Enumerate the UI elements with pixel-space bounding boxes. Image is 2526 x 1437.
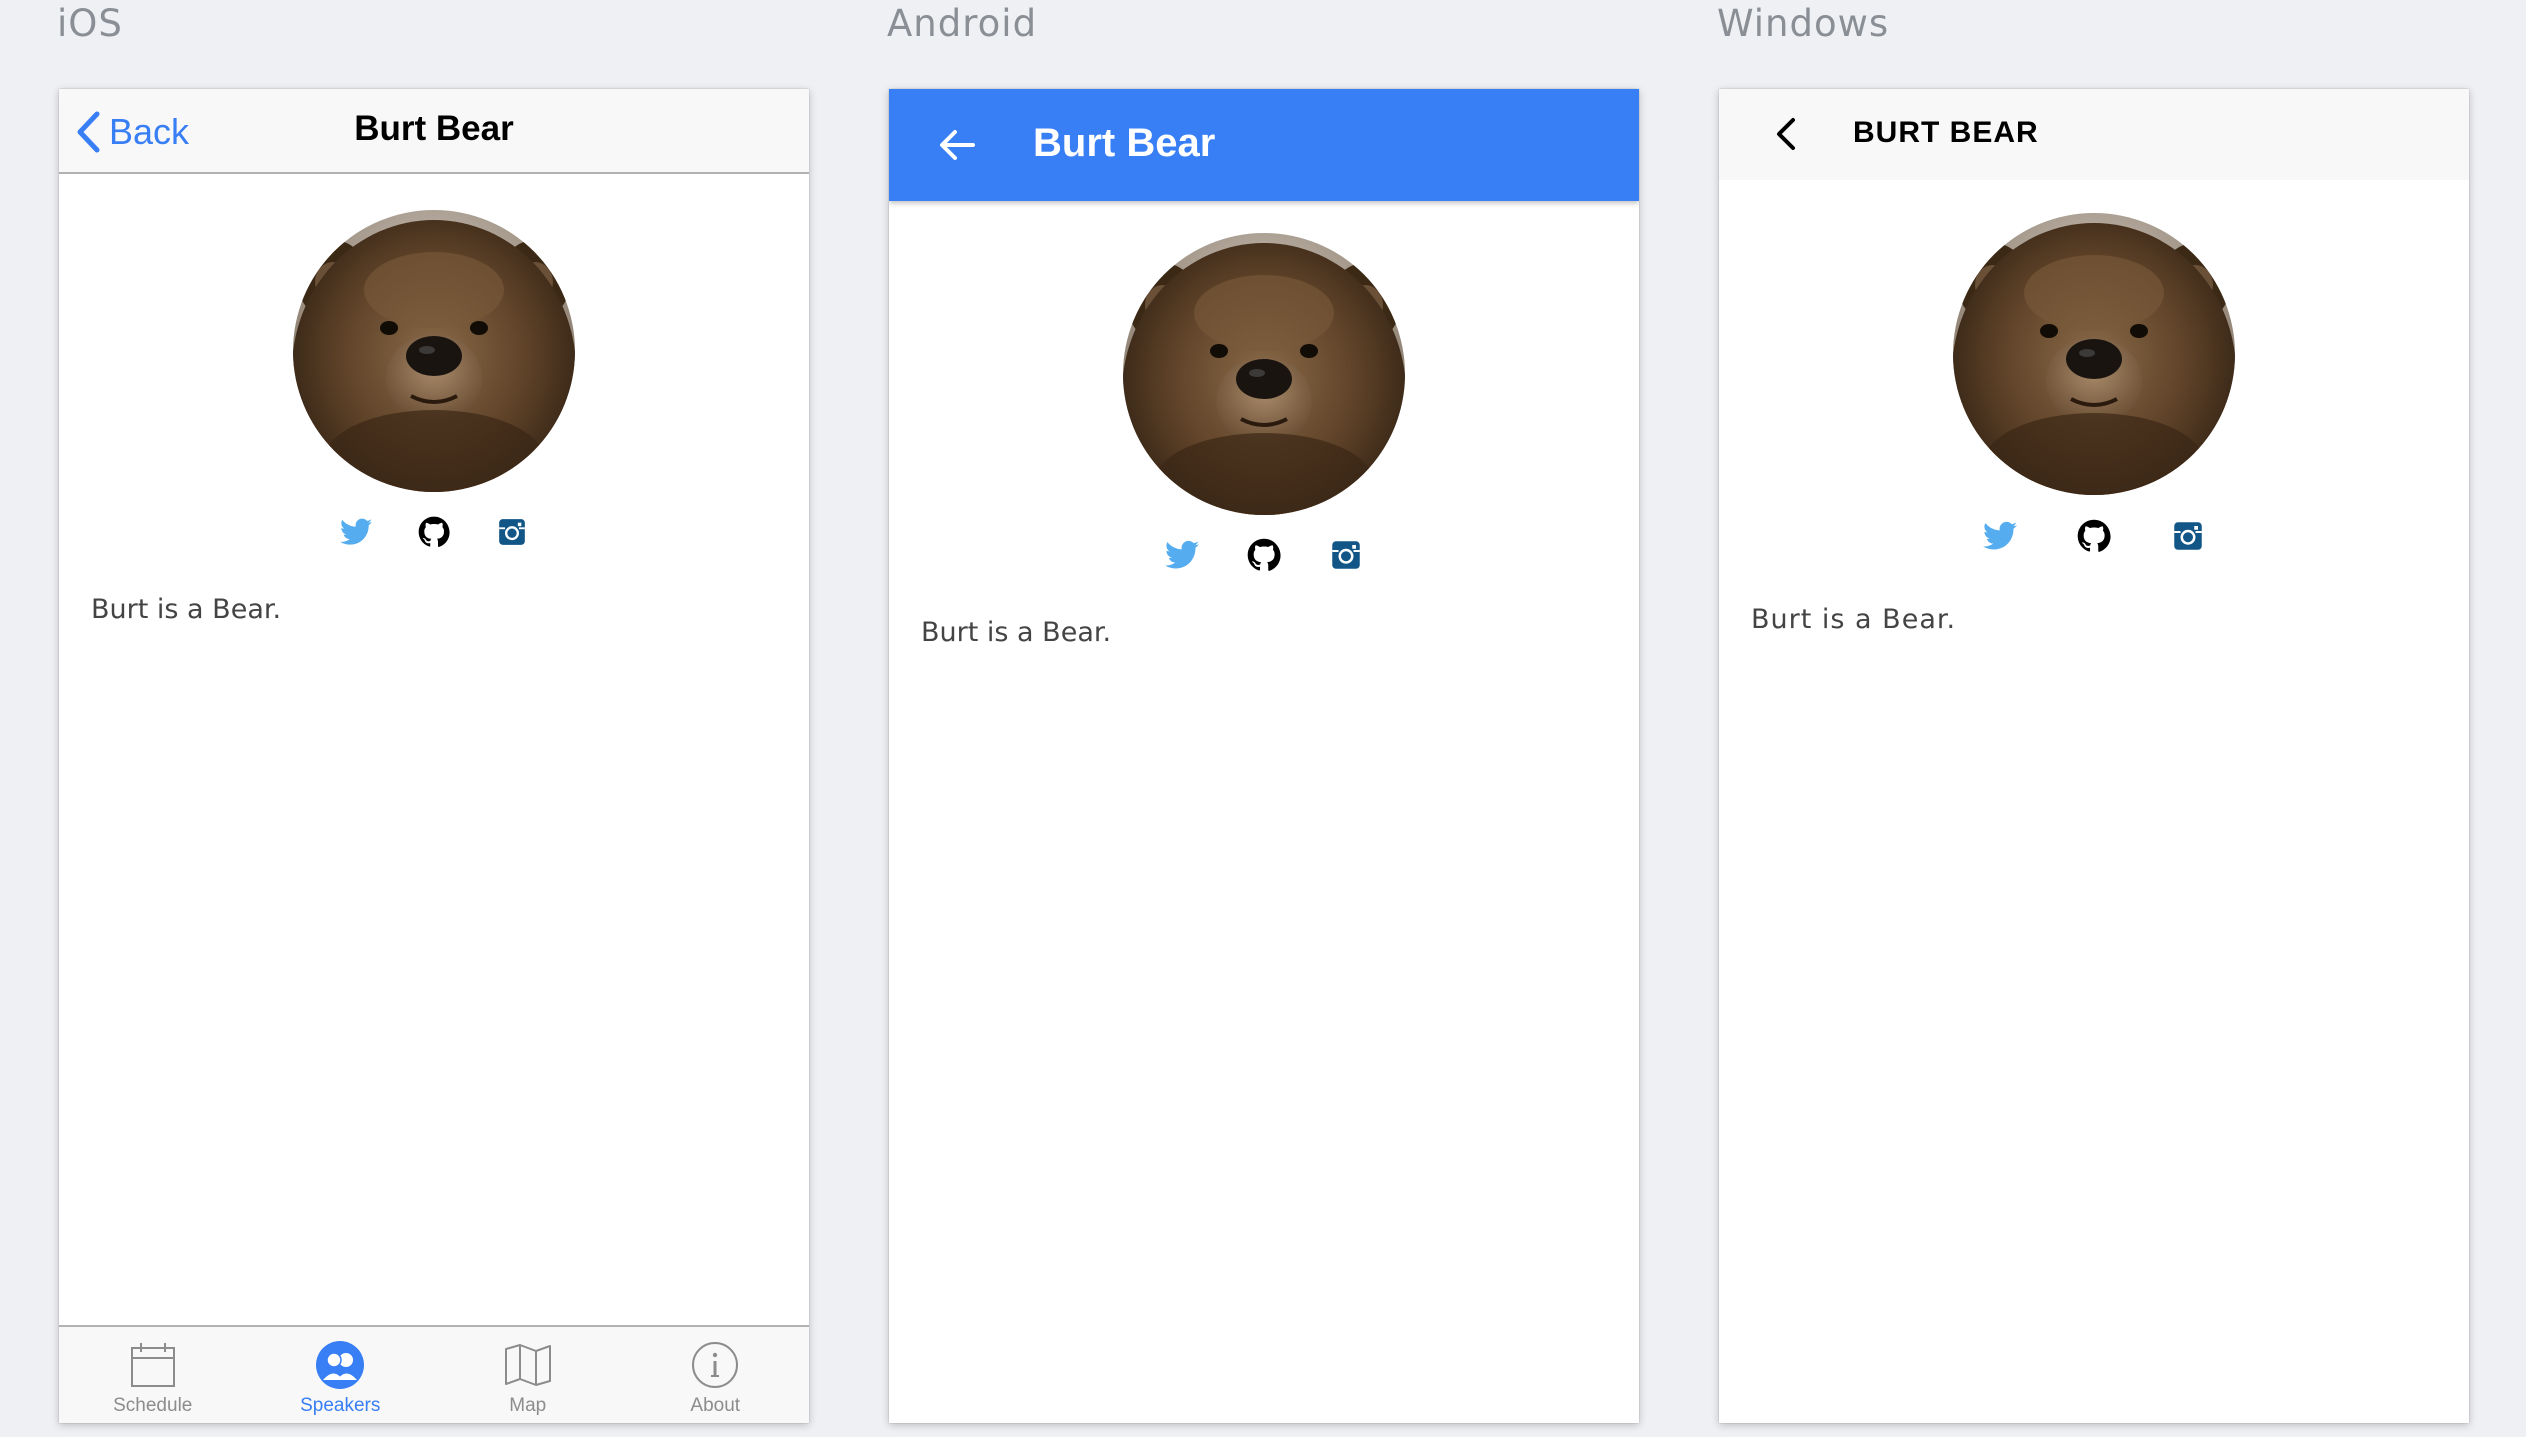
github-button[interactable] xyxy=(2074,516,2114,556)
instagram-icon xyxy=(1332,541,1360,569)
map-icon xyxy=(504,1344,551,1386)
social-links xyxy=(889,535,1639,575)
page-title: Burt Bear xyxy=(354,109,514,148)
twitter-icon xyxy=(1165,540,1199,569)
info-icon xyxy=(692,1342,739,1388)
github-icon xyxy=(2077,519,2111,552)
tab-about[interactable]: About xyxy=(622,1327,810,1423)
ios-phone-frame: Back Burt Bear Burt is a Bear. Schedule … xyxy=(59,89,809,1423)
social-links xyxy=(59,512,809,552)
speaker-avatar xyxy=(293,210,575,492)
github-icon xyxy=(418,516,450,547)
speaker-bio: Burt is a Bear. xyxy=(91,594,282,625)
twitter-icon xyxy=(340,518,372,545)
github-button[interactable] xyxy=(1244,535,1284,575)
platform-label-windows: Windows xyxy=(1717,2,1890,45)
people-icon xyxy=(316,1341,365,1389)
windows-phone-frame: BURT BEAR Burt is a Bear. xyxy=(1719,89,2469,1423)
twitter-button[interactable] xyxy=(336,512,376,552)
twitter-button[interactable] xyxy=(1162,535,1202,575)
tab-map[interactable]: Map xyxy=(434,1327,622,1423)
platform-label-ios: iOS xyxy=(57,2,123,45)
twitter-icon xyxy=(1983,521,2017,550)
instagram-icon xyxy=(2174,522,2202,550)
github-icon xyxy=(1247,538,1281,571)
tab-speakers-label: Speakers xyxy=(300,1395,381,1416)
twitter-button[interactable] xyxy=(1980,516,2020,556)
tab-speakers[interactable]: Speakers xyxy=(247,1327,435,1423)
tab-schedule[interactable]: Schedule xyxy=(59,1327,247,1423)
windows-toolbar: BURT BEAR xyxy=(1719,89,2469,180)
tab-about-label: About xyxy=(690,1395,741,1416)
chevron-back-icon xyxy=(1777,118,1795,150)
speaker-bio: Burt is a Bear. xyxy=(1751,604,1957,635)
speaker-avatar xyxy=(1123,233,1405,515)
calendar-icon xyxy=(130,1343,175,1387)
instagram-icon xyxy=(499,519,525,545)
back-button[interactable] xyxy=(1763,111,1809,157)
github-button[interactable] xyxy=(414,512,454,552)
speaker-avatar xyxy=(1953,213,2235,495)
tab-map-label: Map xyxy=(509,1395,547,1416)
ios-tab-bar: Schedule Speakers Map About xyxy=(59,1325,809,1423)
android-phone-frame: Burt Bear Burt is a Bear. xyxy=(889,89,1639,1423)
arrow-back-icon xyxy=(940,130,975,160)
tab-schedule-label: Schedule xyxy=(113,1395,193,1416)
page-title: Burt Bear xyxy=(1033,121,1216,165)
android-toolbar: Burt Bear xyxy=(889,89,1639,201)
platform-label-android: Android xyxy=(887,2,1038,45)
social-links xyxy=(1719,516,2469,556)
page-title: BURT BEAR xyxy=(1853,116,2039,149)
ios-nav-bar: Back Burt Bear xyxy=(59,89,809,174)
instagram-button[interactable] xyxy=(2168,516,2208,556)
instagram-button[interactable] xyxy=(1326,535,1366,575)
back-button[interactable] xyxy=(931,119,983,171)
instagram-button[interactable] xyxy=(492,512,532,552)
speaker-bio: Burt is a Bear. xyxy=(921,617,1112,648)
